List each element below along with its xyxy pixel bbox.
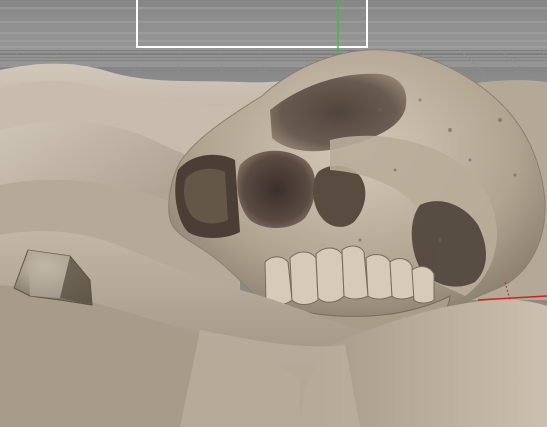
3d-viewport[interactable] xyxy=(0,0,547,427)
eye-socket xyxy=(237,150,316,228)
viewport-canvas[interactable] xyxy=(0,0,547,427)
